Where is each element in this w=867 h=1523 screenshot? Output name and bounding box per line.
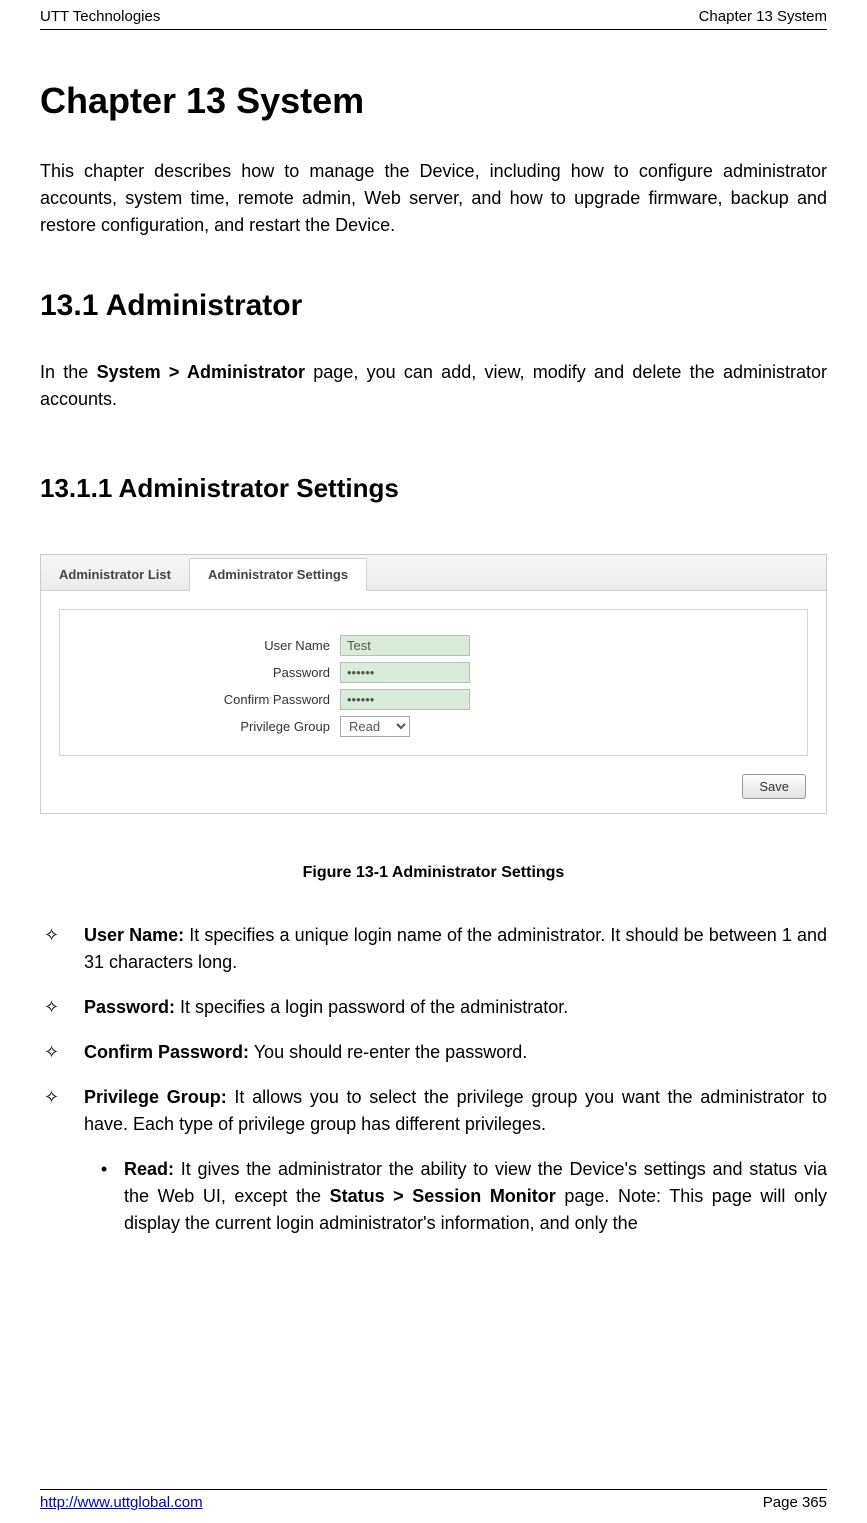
tab-administrator-settings[interactable]: Administrator Settings xyxy=(190,558,367,591)
bullet-username-text: It specifies a unique login name of the … xyxy=(84,925,827,972)
select-privilege-group[interactable]: Read xyxy=(340,716,410,737)
label-password: Password xyxy=(120,665,340,680)
bullet-password-bold: Password: xyxy=(84,997,175,1017)
tab-administrator-list[interactable]: Administrator List xyxy=(41,559,190,590)
bullet-confirm: ✧ Confirm Password: You should re-enter … xyxy=(44,1039,827,1066)
chapter-title: Chapter 13 System xyxy=(40,80,827,122)
diamond-marker-icon: ✧ xyxy=(44,1084,84,1138)
diamond-marker-icon: ✧ xyxy=(44,1039,84,1066)
subsection-title: 13.1.1 Administrator Settings xyxy=(40,473,827,504)
sub-read-bold2: Status > Session Monitor xyxy=(330,1186,556,1206)
label-confirm-password: Confirm Password xyxy=(120,692,340,707)
header-right: Chapter 13 System xyxy=(699,8,827,25)
footer: http://www.uttglobal.com Page 365 xyxy=(40,1489,827,1511)
footer-rule xyxy=(40,1489,827,1490)
label-username: User Name xyxy=(120,638,340,653)
input-password[interactable] xyxy=(340,662,470,683)
tabs-row: Administrator List Administrator Setting… xyxy=(41,555,826,591)
bullet-confirm-text: You should re-enter the password. xyxy=(249,1042,527,1062)
sub-bullet-read: • Read: It gives the administrator the a… xyxy=(84,1156,827,1237)
section-intro-bold: System > Administrator xyxy=(97,362,305,382)
bullet-dot-icon: • xyxy=(84,1156,124,1237)
bullet-username: ✧ User Name: It specifies a unique login… xyxy=(44,922,827,976)
footer-page: Page 365 xyxy=(763,1494,827,1511)
chapter-intro: This chapter describes how to manage the… xyxy=(40,158,827,239)
admin-settings-widget: Administrator List Administrator Setting… xyxy=(40,554,827,814)
section-intro: In the System > Administrator page, you … xyxy=(40,359,827,413)
diamond-marker-icon: ✧ xyxy=(44,922,84,976)
bullet-privilege: ✧ Privilege Group: It allows you to sele… xyxy=(44,1084,827,1138)
sub-read-bold: Read: xyxy=(124,1159,174,1179)
diamond-marker-icon: ✧ xyxy=(44,994,84,1021)
figure-caption: Figure 13-1 Administrator Settings xyxy=(40,864,827,882)
header-rule xyxy=(40,29,827,30)
footer-link[interactable]: http://www.uttglobal.com xyxy=(40,1494,203,1511)
bullet-confirm-bold: Confirm Password: xyxy=(84,1042,249,1062)
bullet-password: ✧ Password: It specifies a login passwor… xyxy=(44,994,827,1021)
row-password: Password xyxy=(120,662,747,683)
save-button[interactable]: Save xyxy=(742,774,806,799)
row-username: User Name xyxy=(120,635,747,656)
input-confirm-password[interactable] xyxy=(340,689,470,710)
form-area: User Name Password Confirm Password Priv… xyxy=(59,609,808,756)
header-left: UTT Technologies xyxy=(40,8,160,25)
row-confirm-password: Confirm Password xyxy=(120,689,747,710)
section-title: 13.1 Administrator xyxy=(40,289,827,323)
bullet-list: ✧ User Name: It specifies a unique login… xyxy=(40,922,827,1237)
input-username[interactable] xyxy=(340,635,470,656)
label-privilege-group: Privilege Group xyxy=(120,719,340,734)
save-row: Save xyxy=(41,774,826,813)
bullet-username-bold: User Name: xyxy=(84,925,184,945)
bullet-privilege-bold: Privilege Group: xyxy=(84,1087,227,1107)
bullet-password-text: It specifies a login password of the adm… xyxy=(175,997,568,1017)
section-intro-pre: In the xyxy=(40,362,97,382)
row-privilege-group: Privilege Group Read xyxy=(120,716,747,737)
